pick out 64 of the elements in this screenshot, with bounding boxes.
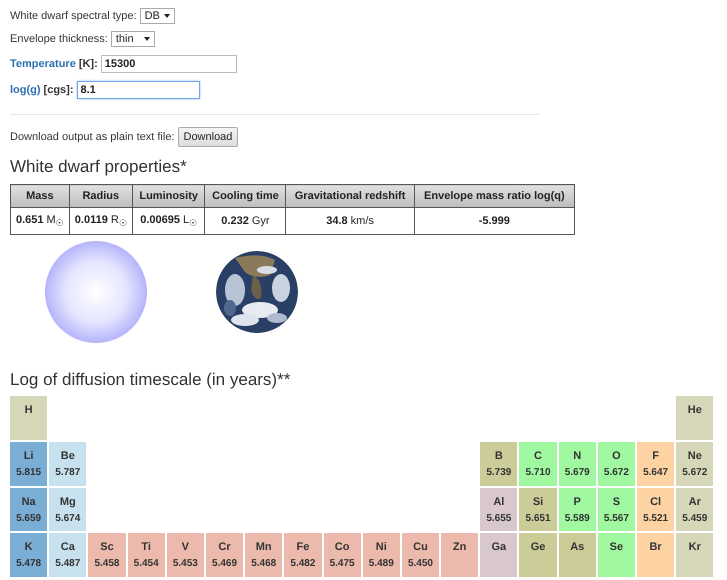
element-tile: Al 5.655 [480, 488, 518, 532]
element-tile: Fe 5.482 [284, 533, 322, 578]
element-tile: S 5.567 [598, 488, 635, 532]
column-header: Mass [10, 184, 70, 208]
element-tile: Ti 5.454 [128, 533, 165, 578]
download-label: Download output as plain text file: [10, 131, 174, 143]
element-tile: P 5.589 [558, 488, 596, 532]
element-tile: He [676, 396, 714, 440]
element-tile: N 5.679 [558, 442, 596, 486]
element-tile: F 5.647 [637, 442, 674, 486]
element-tile: Ni 5.489 [362, 533, 400, 578]
element-tile: Be 5.787 [49, 442, 86, 486]
envelope-select[interactable]: thin [110, 31, 155, 47]
element-tile: Ge [519, 533, 557, 578]
temperature-link[interactable]: Temperature [10, 58, 76, 70]
element-tile: Co 5.475 [324, 533, 361, 578]
element-tile: Mn 5.468 [245, 533, 282, 578]
element-tile: Cu 5.450 [402, 533, 440, 578]
element-tile: Mg 5.674 [49, 488, 86, 532]
section-heading: White dwarf properties* [10, 157, 188, 177]
table-cell: 0.00695 L$_{☉}$ [132, 208, 205, 234]
spectral-type-select[interactable]: DB [140, 8, 175, 24]
unit-label: [K]: [78, 58, 98, 70]
element-tile: Cl 5.521 [637, 488, 674, 532]
element-tile: O 5.672 [598, 442, 635, 486]
table-cell: 34.8 km/s [286, 208, 414, 234]
field-label: Envelope thickness: [10, 33, 108, 45]
column-header: Luminosity [132, 184, 205, 208]
element-tile: Cr 5.469 [206, 533, 244, 578]
temperature-input[interactable]: 15300 [100, 55, 237, 73]
element-tile: Ar 5.459 [676, 488, 714, 532]
field-label: White dwarf spectral type: [10, 10, 137, 22]
element-tile: Ga [480, 533, 518, 578]
column-header: Radius [69, 184, 132, 208]
column-header: Envelope mass ratio log(q) [414, 184, 574, 208]
element-tile: K 5.478 [10, 533, 48, 578]
element-tile: Na 5.659 [10, 488, 48, 532]
element-tile: Zn [441, 533, 478, 578]
element-tile: Sc 5.458 [88, 533, 126, 578]
table-cell: -5.999 [414, 208, 574, 234]
download-button[interactable]: Download [178, 127, 238, 147]
element-tile: Kr [676, 533, 714, 578]
log-g-link[interactable]: log(g) [10, 84, 41, 96]
element-tile: Br [637, 533, 674, 578]
log-g-input[interactable]: 8.1 [76, 81, 200, 99]
element-tile: Ne 5.672 [676, 442, 714, 486]
element-tile: C 5.710 [519, 442, 557, 486]
element-tile: B 5.739 [480, 442, 518, 486]
column-header: Gravitational redshift [286, 184, 414, 208]
table-cell: 0.651 M$_{☉}$ [10, 208, 70, 234]
section-heading: Log of diffusion timescale (in years)** [10, 370, 292, 390]
element-tile: As [558, 533, 596, 578]
element-tile: Si 5.651 [519, 488, 557, 532]
caret-icon [144, 37, 150, 41]
element-tile: Li 5.815 [10, 442, 48, 486]
unit-label: [cgs]: [44, 84, 74, 96]
column-header: Cooling time [204, 184, 286, 208]
element-tile: V 5.453 [166, 533, 204, 578]
table-cell: 0.232 Gyr [204, 208, 286, 234]
element-tile: Ca 5.487 [49, 533, 86, 578]
element-tile: H [10, 396, 48, 440]
element-tile: Se [598, 533, 635, 578]
caret-icon [164, 14, 170, 18]
table-cell: 0.0119 R$_{☉}$ [69, 208, 132, 234]
